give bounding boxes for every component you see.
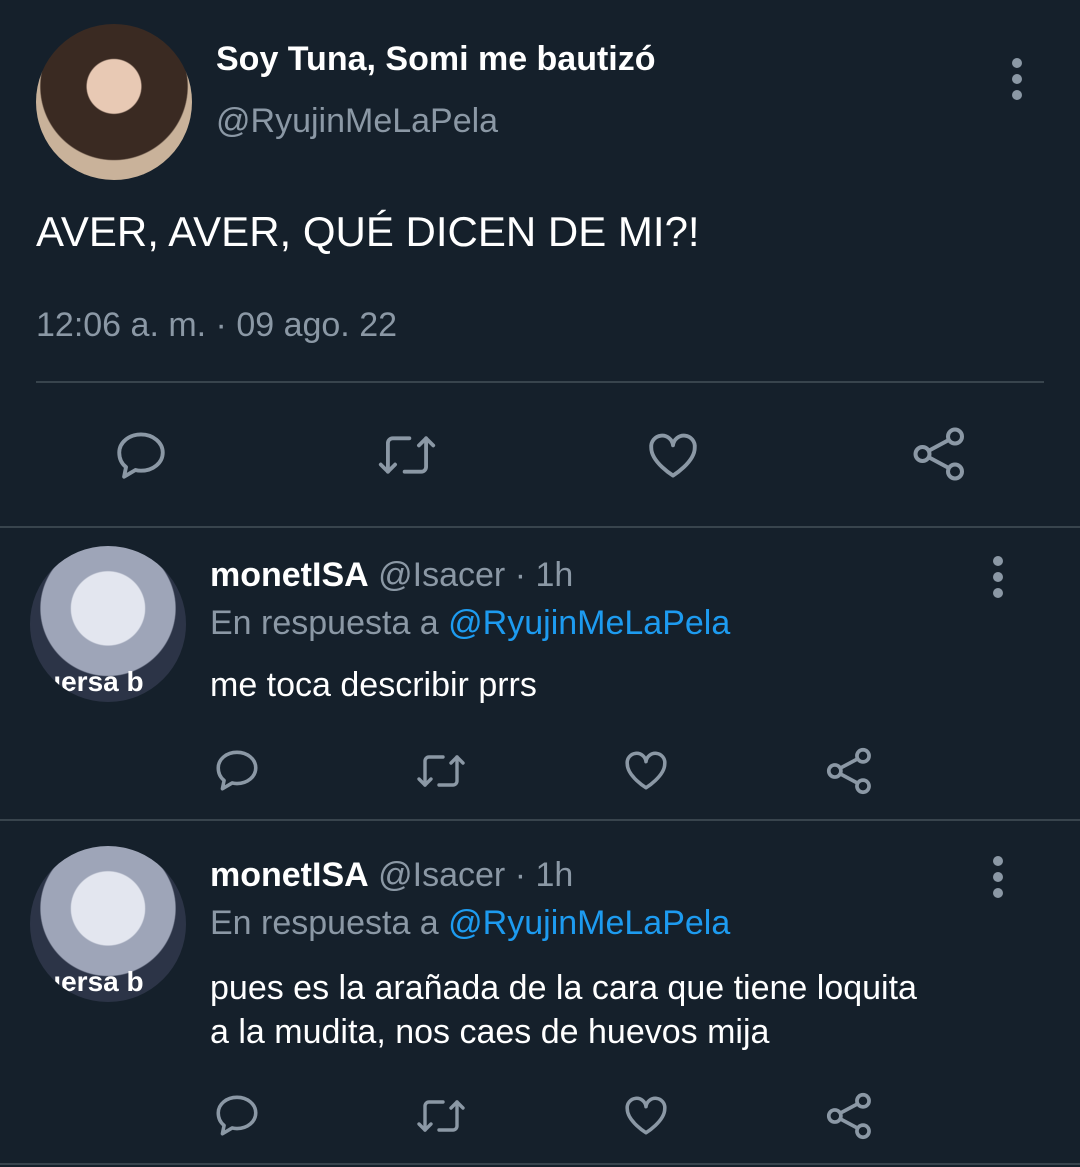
reply-icon[interactable] — [212, 1090, 262, 1140]
more-options-icon[interactable] — [1007, 58, 1027, 106]
section-divider — [0, 819, 1080, 821]
replying-to-label: En respuesta a — [210, 604, 439, 642]
reply-handle[interactable]: @Isacer — [378, 556, 505, 594]
reply-header: monetISA @Isacer · 1h — [210, 556, 573, 595]
reply-display-name[interactable]: monetISA — [210, 556, 369, 594]
like-icon[interactable] — [643, 426, 703, 484]
author-display-name[interactable]: Soy Tuna, Somi me bautizó — [216, 40, 656, 79]
reply-icon[interactable] — [212, 745, 262, 795]
retweet-icon[interactable] — [376, 426, 438, 484]
replying-to-line: En respuesta a @RyujinMeLaPela — [210, 604, 730, 643]
author-avatar[interactable] — [36, 24, 192, 180]
reply-time: · 1h — [514, 556, 574, 594]
reply-avatar[interactable]: uersa b — [30, 546, 186, 702]
reply-text-line: pues es la arañada de la cara que tiene … — [210, 969, 917, 1007]
like-icon[interactable] — [620, 745, 672, 795]
tweet-text: AVER, AVER, QUÉ DICEN DE MI?! — [36, 208, 700, 255]
like-icon[interactable] — [620, 1090, 672, 1140]
share-icon[interactable] — [824, 745, 876, 797]
retweet-icon[interactable] — [414, 1092, 468, 1140]
more-options-icon[interactable] — [988, 556, 1008, 604]
avatar-caption: uersa b — [44, 666, 144, 697]
reply-text: pues es la arañada de la cara que tiene … — [210, 966, 917, 1054]
reply-header: monetISA @Isacer · 1h — [210, 856, 573, 895]
tweet-timestamp: 12:06 a. m. · 09 ago. 22 — [36, 306, 398, 344]
replying-to-link[interactable]: @RyujinMeLaPela — [448, 904, 730, 942]
divider — [36, 381, 1044, 383]
reply-text-line: a la mudita, nos caes de huevos mija — [210, 1013, 770, 1051]
reply-handle[interactable]: @Isacer — [378, 856, 505, 894]
replying-to-label: En respuesta a — [210, 904, 439, 942]
reply-avatar[interactable]: uersa b — [30, 846, 186, 1002]
author-handle[interactable]: @RyujinMeLaPela — [216, 102, 498, 141]
reply-text: me toca describir prrs — [210, 666, 537, 704]
replying-to-line: En respuesta a @RyujinMeLaPela — [210, 904, 730, 943]
replying-to-link[interactable]: @RyujinMeLaPela — [448, 604, 730, 642]
section-divider — [0, 1163, 1080, 1165]
reply-display-name[interactable]: monetISA — [210, 856, 369, 894]
more-options-icon[interactable] — [988, 856, 1008, 904]
avatar-caption: uersa b — [44, 966, 144, 997]
reply-time: · 1h — [514, 856, 574, 894]
retweet-icon[interactable] — [414, 747, 468, 795]
section-divider — [0, 526, 1080, 528]
share-icon[interactable] — [824, 1090, 876, 1142]
reply-icon[interactable] — [112, 426, 170, 484]
share-icon[interactable] — [910, 424, 970, 484]
